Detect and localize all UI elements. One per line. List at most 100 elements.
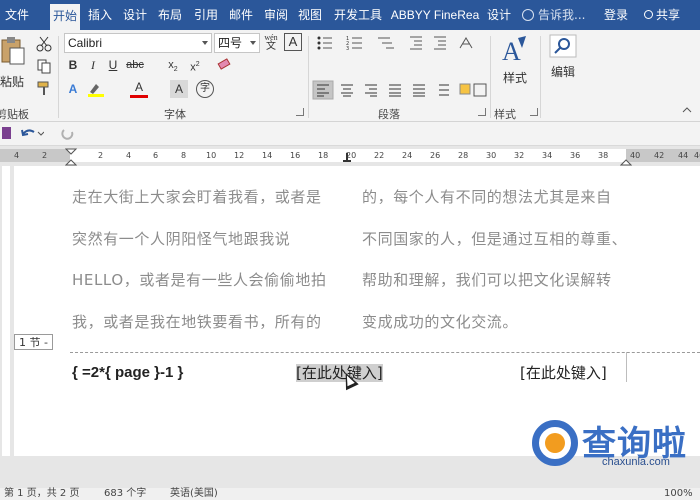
ruler-number: 10 <box>206 151 217 160</box>
tab-home[interactable]: 开始 <box>50 4 80 30</box>
editing-button[interactable]: 编辑 <box>544 34 582 98</box>
font-name-value: Calibri <box>68 36 103 50</box>
share-label: 共享 <box>656 8 681 22</box>
font-name-combo[interactable]: Calibri <box>64 33 212 53</box>
tab-references[interactable]: 引用 <box>190 0 222 30</box>
subscript-button[interactable]: x2 <box>164 56 182 74</box>
horizontal-ruler[interactable]: 4 2 2 4 6 8 10 12 14 16 18 20 22 24 26 2… <box>0 146 700 166</box>
vertical-ruler <box>0 166 12 456</box>
page-field-code[interactable]: { =2*{ page }-1 } <box>72 364 183 381</box>
ribbon: 粘贴 剪贴板 Calibri 四号 wén 文 A B I U abc x2 x2… <box>0 30 700 122</box>
undo-icon[interactable] <box>20 126 44 142</box>
clipboard-group-label: 剪贴板 <box>0 108 29 121</box>
align-buttons-row[interactable] <box>312 80 488 100</box>
paste-icon <box>1 37 25 65</box>
svg-text:3: 3 <box>346 46 349 52</box>
footer-placeholder-center[interactable]: [在此处键入] <box>296 362 383 383</box>
font-dialog-launcher[interactable] <box>296 108 304 116</box>
quick-access-toolbar <box>0 122 700 146</box>
lightbulb-icon <box>522 9 534 21</box>
tell-me-label: 告诉我... <box>538 8 586 22</box>
footer-placeholder-right[interactable]: [在此处键入] <box>520 362 607 383</box>
cut-icon[interactable] <box>36 36 52 52</box>
strikethrough-button[interactable]: abc <box>126 56 144 74</box>
editing-label: 编辑 <box>550 65 575 79</box>
font-size-value: 四号 <box>218 36 243 50</box>
body-text-line: 突然有一个人阴阳怪气地跟我说 <box>72 230 291 248</box>
font-color-button[interactable]: A <box>130 80 148 98</box>
tab-review[interactable]: 审阅 <box>260 0 292 30</box>
person-icon <box>644 10 653 19</box>
ruler-number: 22 <box>374 151 385 160</box>
tab-developer[interactable]: 开发工具 <box>330 0 386 30</box>
ruler-number: 44 <box>678 151 689 160</box>
footer-boundary-line <box>70 352 700 353</box>
tab-insert[interactable]: 插入 <box>84 0 116 30</box>
tab-file[interactable]: 文件 <box>0 0 34 30</box>
ruler-number: 8 <box>181 151 187 160</box>
paste-button[interactable]: 粘贴 <box>0 36 30 92</box>
highlight-icon[interactable] <box>86 80 108 98</box>
status-page[interactable]: 第 1 页，共 2 页 <box>4 488 79 500</box>
superscript-button[interactable]: x2 <box>186 56 204 74</box>
share-button[interactable]: 共享 <box>644 0 680 30</box>
status-language[interactable]: 英语(美国) <box>170 488 218 500</box>
save-icon[interactable] <box>2 126 12 140</box>
indent-marker-icon[interactable] <box>65 148 77 166</box>
status-zoom[interactable]: 100% <box>664 488 693 500</box>
styles-dialog-launcher[interactable] <box>530 108 538 116</box>
font-size-combo[interactable]: 四号 <box>214 33 260 53</box>
logo-mark-icon <box>532 420 578 466</box>
phonetic-guide-button[interactable]: wén 文 <box>262 33 280 52</box>
tab-layout[interactable]: 布局 <box>154 0 186 30</box>
ruler-number: 34 <box>542 151 553 160</box>
italic-button[interactable]: I <box>84 56 102 74</box>
body-text-line: 我，或者是我在地铁要看书，所有的 <box>72 313 322 331</box>
underline-button[interactable]: U <box>104 56 122 74</box>
styles-label: 样式 <box>502 71 527 85</box>
right-indent-marker-icon[interactable] <box>620 148 632 166</box>
body-text-line: 帮助和理解，我们可以把文化误解转 <box>362 271 612 289</box>
divider <box>308 36 309 118</box>
footer-section-tag: 1 节 - <box>14 334 53 350</box>
copy-icon[interactable] <box>36 58 52 74</box>
body-text-line: 不同国家的人，但是通过互相的尊重、 <box>362 230 628 248</box>
tell-me-box[interactable]: 告诉我... <box>522 0 585 30</box>
format-painter-icon[interactable] <box>36 80 52 96</box>
tab-abbyy[interactable]: ABBYY FineRea <box>389 0 481 30</box>
ruler-number: 4 <box>14 151 20 160</box>
ruler-number: 4 <box>126 151 132 160</box>
redo-icon[interactable] <box>60 126 76 142</box>
ribbon-tab-bar: 文件 开始 插入 设计 布局 引用 邮件 审阅 视图 开发工具 ABBYY Fi… <box>0 0 700 30</box>
list-buttons-row[interactable]: 123 <box>316 34 480 52</box>
styles-button[interactable]: A 样式 <box>494 34 536 98</box>
ruler-number: 42 <box>654 151 665 160</box>
text-effects-button[interactable]: A <box>64 80 82 98</box>
sign-in-link[interactable]: 登录 <box>604 0 628 30</box>
ruler-number: 38 <box>598 151 609 160</box>
ruler-margin-left <box>0 149 70 162</box>
paste-label: 粘贴 <box>0 75 24 89</box>
tab-view[interactable]: 视图 <box>294 0 326 30</box>
char-shading-button[interactable]: A <box>170 80 188 98</box>
clear-format-icon[interactable] <box>216 58 232 72</box>
bold-button[interactable]: B <box>64 56 82 74</box>
center-tab-icon[interactable] <box>342 152 352 162</box>
tab-design[interactable]: 设计 <box>118 0 152 30</box>
placeholder-center-label: [在此处键入] <box>296 364 383 382</box>
ruler-number: 28 <box>458 151 469 160</box>
body-text-line: HELLO，或者是有一些人会偷偷地拍 <box>72 271 327 289</box>
tab-header-design[interactable]: 设计 <box>484 0 514 30</box>
chevron-up-icon[interactable] <box>682 106 692 114</box>
ruler-number: 30 <box>486 151 497 160</box>
ruler-number: 36 <box>570 151 581 160</box>
vertical-ruler-track <box>2 166 10 456</box>
status-words[interactable]: 683 个字 <box>104 488 146 500</box>
char-border-button[interactable]: A <box>284 33 302 51</box>
logo-text-en: chaxunla.com <box>602 456 670 468</box>
enclose-chars-button[interactable]: 字 <box>196 80 214 98</box>
ruler-number: 46 <box>694 151 700 160</box>
tab-mailings[interactable]: 邮件 <box>224 0 258 30</box>
body-text-line: 的，每个人有不同的想法尤其是来自 <box>362 188 612 206</box>
paragraph-dialog-launcher[interactable] <box>478 108 486 116</box>
